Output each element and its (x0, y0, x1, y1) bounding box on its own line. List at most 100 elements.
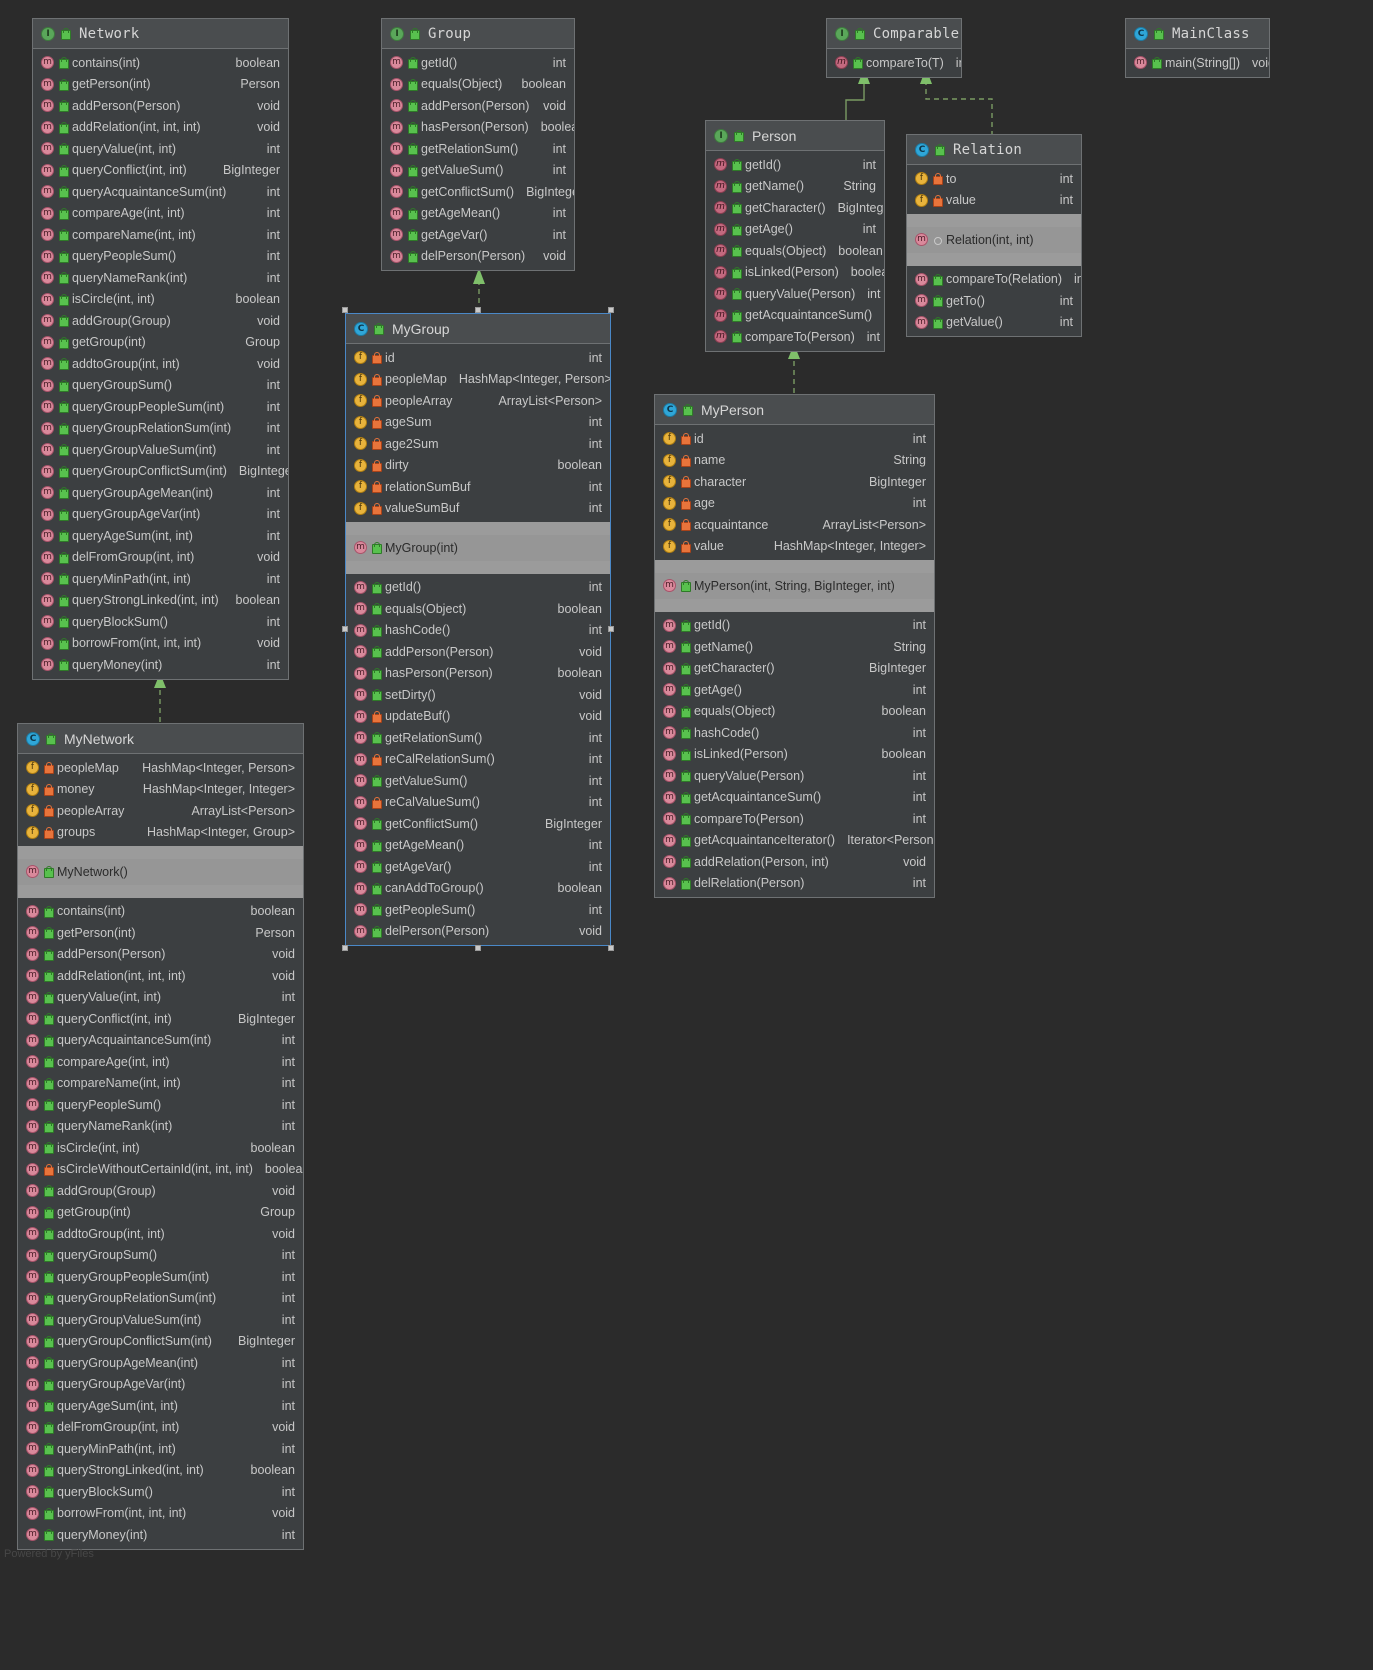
method-row[interactable]: m getAgeMean() int (382, 203, 574, 225)
method-row[interactable]: m getId() int (346, 577, 610, 599)
method-row[interactable]: m getAcquaintanceSum() int (706, 305, 884, 327)
method-row[interactable]: m queryNameRank(int) int (33, 267, 288, 289)
method-row[interactable]: m equals(Object) boolean (382, 74, 574, 96)
method-row[interactable]: m addtoGroup(int, int) void (18, 1223, 303, 1245)
method-row[interactable]: m queryMinPath(int, int) int (33, 568, 288, 590)
selection-handle-top-right[interactable] (608, 307, 614, 313)
selection-handle-bottom-left[interactable] (342, 945, 348, 951)
method-row[interactable]: m queryGroupAgeVar(int) int (33, 504, 288, 526)
method-row[interactable]: m addRelation(int, int, int) void (33, 117, 288, 139)
field-row[interactable]: f value HashMap<Integer, Integer> (655, 536, 934, 558)
method-row[interactable]: m addRelation(int, int, int) void (18, 965, 303, 987)
method-row[interactable]: m equals(Object) boolean (346, 598, 610, 620)
method-row[interactable]: m getAgeVar() int (382, 224, 574, 246)
method-row[interactable]: m queryPeopleSum() int (18, 1094, 303, 1116)
field-row[interactable]: f peopleArray ArrayList<Person> (18, 800, 303, 822)
method-row[interactable]: m addGroup(Group) void (18, 1180, 303, 1202)
method-row[interactable]: m getAcquaintanceSum() int (655, 787, 934, 809)
method-row[interactable]: m delRelation(Person) int (655, 873, 934, 895)
method-row[interactable]: m queryGroupValueSum(int) int (33, 439, 288, 461)
method-row[interactable]: m addPerson(Person) void (346, 641, 610, 663)
field-row[interactable]: f relationSumBuf int (346, 476, 610, 498)
method-row[interactable]: m getPeopleSum() int (346, 899, 610, 921)
method-row[interactable]: m isLinked(Person) boolean (706, 262, 884, 284)
selection-handle-bottom-center[interactable] (475, 945, 481, 951)
method-row[interactable]: m addRelation(Person, int) void (655, 851, 934, 873)
method-row[interactable]: m updateBuf() void (346, 706, 610, 728)
method-row[interactable]: m main(String[]) void (1126, 52, 1269, 74)
method-row[interactable]: m borrowFrom(int, int, int) void (33, 633, 288, 655)
method-row[interactable]: m getAgeVar() int (346, 856, 610, 878)
class-node-mainclass[interactable]: C MainClass m main(String[]) void (1125, 18, 1270, 78)
method-row[interactable]: m getCharacter() BigInteger (706, 197, 884, 219)
method-row[interactable]: m getValue() int (907, 312, 1081, 334)
method-row[interactable]: m queryGroupPeopleSum(int) int (33, 396, 288, 418)
method-row[interactable]: m addGroup(Group) void (33, 310, 288, 332)
field-row[interactable]: f peopleArray ArrayList<Person> (346, 390, 610, 412)
method-row[interactable]: m getPerson(int) Person (33, 74, 288, 96)
method-row[interactable]: m isCircle(int, int) boolean (18, 1137, 303, 1159)
selection-handle-bottom-right[interactable] (608, 945, 614, 951)
method-row[interactable]: m addtoGroup(int, int) void (33, 353, 288, 375)
field-row[interactable]: f peopleMap HashMap<Integer, Person> (18, 757, 303, 779)
method-row[interactable]: m getGroup(int) Group (18, 1202, 303, 1224)
method-row[interactable]: m queryPeopleSum() int (33, 246, 288, 268)
field-row[interactable]: f id int (346, 347, 610, 369)
method-row[interactable]: m getId() int (706, 154, 884, 176)
method-row[interactable]: m delFromGroup(int, int) void (33, 547, 288, 569)
method-row[interactable]: m queryGroupRelationSum(int) int (33, 418, 288, 440)
method-row[interactable]: m isCircleWithoutCertainId(int, int, int)… (18, 1159, 303, 1181)
method-row[interactable]: m queryMinPath(int, int) int (18, 1438, 303, 1460)
method-row[interactable]: m queryBlockSum() int (18, 1481, 303, 1503)
method-row[interactable]: m compareName(int, int) int (18, 1073, 303, 1095)
method-row[interactable]: m getValueSum() int (346, 770, 610, 792)
method-row[interactable]: m queryStrongLinked(int, int) boolean (18, 1460, 303, 1482)
method-row[interactable]: m borrowFrom(int, int, int) void (18, 1503, 303, 1525)
method-row[interactable]: m queryNameRank(int) int (18, 1116, 303, 1138)
method-row[interactable]: m MyGroup(int) (346, 537, 610, 559)
class-node-comparable[interactable]: I Comparable m compareTo(T) int (826, 18, 962, 78)
method-row[interactable]: m isLinked(Person) boolean (655, 744, 934, 766)
method-row[interactable]: m queryStrongLinked(int, int) boolean (33, 590, 288, 612)
class-node-mynetwork[interactable]: C MyNetwork f peopleMap HashMap<Integer, P… (17, 723, 304, 1550)
method-row[interactable]: m compareTo(T) int (827, 52, 961, 74)
method-row[interactable]: m queryGroupPeopleSum(int) int (18, 1266, 303, 1288)
method-row[interactable]: m canAddToGroup() boolean (346, 878, 610, 900)
method-row[interactable]: m getConflictSum() BigInteger (382, 181, 574, 203)
field-row[interactable]: f dirty boolean (346, 455, 610, 477)
field-row[interactable]: f id int (655, 428, 934, 450)
method-row[interactable]: m addPerson(Person) void (382, 95, 574, 117)
method-row[interactable]: m queryConflict(int, int) BigInteger (33, 160, 288, 182)
method-row[interactable]: m compareAge(int, int) int (18, 1051, 303, 1073)
method-row[interactable]: m getRelationSum() int (382, 138, 574, 160)
method-row[interactable]: m queryGroupAgeMean(int) int (33, 482, 288, 504)
method-row[interactable]: m queryConflict(int, int) BigInteger (18, 1008, 303, 1030)
selection-handle-top-center[interactable] (475, 307, 481, 313)
class-node-myperson[interactable]: C MyPerson f id int f name String f character Bi… (654, 394, 935, 898)
field-row[interactable]: f money HashMap<Integer, Integer> (18, 779, 303, 801)
method-row[interactable]: m queryValue(Person) int (655, 765, 934, 787)
field-row[interactable]: f valueSumBuf int (346, 498, 610, 520)
field-row[interactable]: f character BigInteger (655, 471, 934, 493)
method-row[interactable]: m contains(int) boolean (18, 901, 303, 923)
field-row[interactable]: f name String (655, 450, 934, 472)
method-row[interactable]: m hasPerson(Person) boolean (346, 663, 610, 685)
method-row[interactable]: m queryMoney(int) int (18, 1524, 303, 1546)
method-row[interactable]: m getAge() int (706, 219, 884, 241)
method-row[interactable]: m queryGroupSum() int (18, 1245, 303, 1267)
method-row[interactable]: m compareTo(Relation) int (907, 269, 1081, 291)
selection-handle-mid-left[interactable] (342, 626, 348, 632)
class-node-relation[interactable]: C Relation f to int f value int m Relation(int… (906, 134, 1082, 337)
field-row[interactable]: f age2Sum int (346, 433, 610, 455)
method-row[interactable]: m addPerson(Person) void (33, 95, 288, 117)
method-row[interactable]: m getAcquaintanceIterator() Iterator<Perso… (655, 830, 934, 852)
method-row[interactable]: m queryGroupConflictSum(int) BigInteger (18, 1331, 303, 1353)
method-row[interactable]: m getId() int (655, 615, 934, 637)
method-row[interactable]: m compareAge(int, int) int (33, 203, 288, 225)
method-row[interactable]: m queryAgeSum(int, int) int (33, 525, 288, 547)
field-row[interactable]: f acquaintance ArrayList<Person> (655, 514, 934, 536)
method-row[interactable]: m getTo() int (907, 290, 1081, 312)
method-row[interactable]: m delPerson(Person) void (346, 921, 610, 943)
method-row[interactable]: m reCalRelationSum() int (346, 749, 610, 771)
method-row[interactable]: m getAgeMean() int (346, 835, 610, 857)
